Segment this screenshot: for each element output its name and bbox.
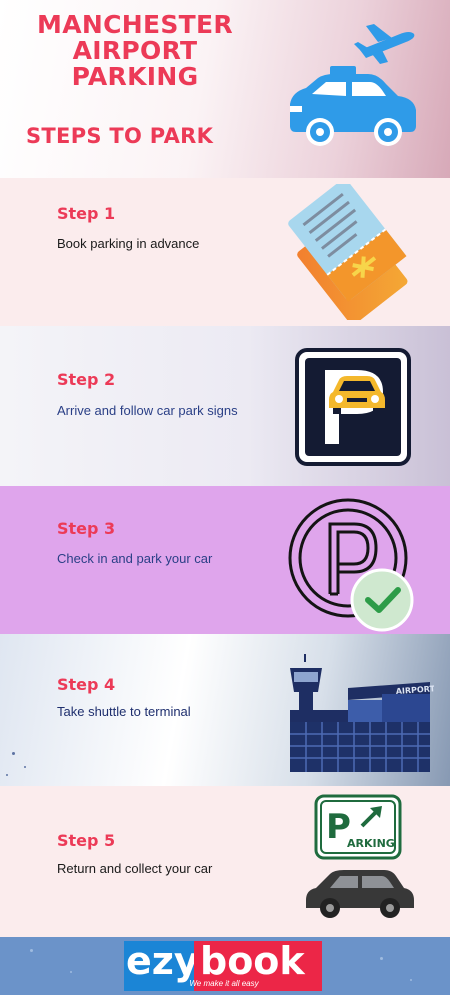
airport-terminal-icon: AIRPORT xyxy=(290,654,434,772)
parking-sign-car-icon: P ARKING xyxy=(306,794,414,918)
decor-dot xyxy=(410,979,412,981)
step-5-text: Return and collect your car xyxy=(57,861,213,876)
step-3-title: Step 3 xyxy=(57,519,116,538)
step-4-panel: Step 4 Take shuttle to terminal AIRPORT xyxy=(0,634,450,786)
decor-dot xyxy=(12,752,15,755)
step-2-title: Step 2 xyxy=(57,370,116,389)
ezybook-logo[interactable]: ezy book We make it all easy xyxy=(124,939,322,991)
title-line-1: MANCHESTER xyxy=(37,10,233,39)
logo-tagline: We make it all easy xyxy=(189,979,259,988)
decor-dot xyxy=(30,949,33,952)
step-1-title: Step 1 xyxy=(57,204,116,223)
logo-book-text: book xyxy=(200,939,305,983)
step-4-title: Step 4 xyxy=(57,675,116,694)
step-1-panel: Step 1 Book parking in advance xyxy=(0,178,450,326)
decor-dot xyxy=(6,774,8,776)
airport-taxi-icon xyxy=(290,24,416,146)
step-5-title: Step 5 xyxy=(57,831,116,850)
step-3-text: Check in and park your car xyxy=(57,551,213,566)
parking-car-sign-icon xyxy=(295,348,411,466)
step-4-text: Take shuttle to terminal xyxy=(57,704,191,719)
page-title: MANCHESTER AIRPORT PARKING xyxy=(20,12,250,90)
footer: ezy book We make it all easy xyxy=(0,937,450,995)
subtitle: STEPS TO PARK xyxy=(26,124,214,148)
boarding-pass-icon xyxy=(288,184,408,320)
step-2-panel: Step 2 Arrive and follow car park signs xyxy=(0,326,450,486)
step-3-panel: Step 3 Check in and park your car xyxy=(0,486,450,634)
parking-sign-text: ARKING xyxy=(347,837,395,850)
decor-dot xyxy=(70,971,72,973)
title-line-2: AIRPORT xyxy=(72,36,198,65)
header: MANCHESTER AIRPORT PARKING STEPS TO PARK xyxy=(0,0,450,178)
decor-dot xyxy=(380,957,383,960)
step-5-panel: Step 5 Return and collect your car P ARK… xyxy=(0,786,450,937)
title-line-3: PARKING xyxy=(71,62,199,91)
logo-ezy-text: ezy xyxy=(126,939,199,983)
infographic: MANCHESTER AIRPORT PARKING STEPS TO PARK… xyxy=(0,0,450,995)
step-2-text: Arrive and follow car park signs xyxy=(57,403,238,418)
decor-dot xyxy=(24,766,26,768)
parking-check-icon xyxy=(288,498,414,632)
step-1-text: Book parking in advance xyxy=(57,236,200,251)
